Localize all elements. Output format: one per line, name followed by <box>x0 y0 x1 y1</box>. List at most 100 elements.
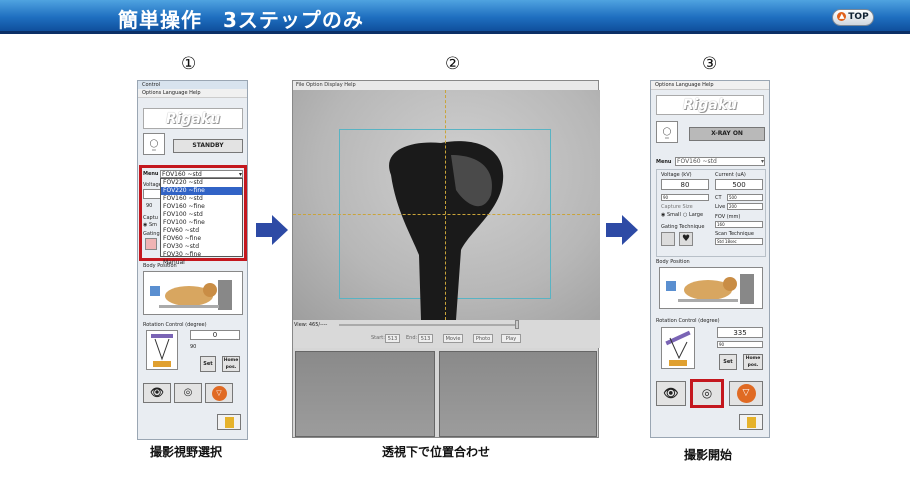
view-label: View: 465/---- <box>294 322 328 328</box>
menu-dropdown-option[interactable]: FOV220 ~fine <box>161 187 242 195</box>
menu-dropdown-option[interactable]: FOV100 ~fine <box>161 219 242 227</box>
rigaku-logo: Rigaku <box>143 108 243 129</box>
menu-dropdown-list: FOV220 ~std FOV220 ~fine FOV160 ~std FOV160… <box>160 178 243 266</box>
menu-dropdown-option[interactable]: FOV30 ~fine <box>161 251 242 259</box>
stop-icon: ▽ <box>211 386 227 401</box>
view-slider[interactable] <box>339 324 519 326</box>
menu-dropdown-option[interactable]: FOV60 ~fine <box>161 235 242 243</box>
eye-icon[interactable]: 👁 <box>656 381 686 406</box>
caption-step2: 透視下で位置合わせ <box>382 445 491 459</box>
rotation-value-field[interactable]: 0 <box>190 330 240 340</box>
heart-icon[interactable]: ♥ <box>679 232 693 246</box>
viewer-menu-bar[interactable]: File Option Display Help <box>293 81 598 90</box>
exit-button[interactable] <box>739 414 763 430</box>
menu-dropdown-option[interactable]: FOV220 ~std <box>161 179 242 187</box>
rotation-label: Rotation Control (degree) <box>143 322 207 328</box>
scan-start-highlight <box>690 379 724 408</box>
body-position-image[interactable] <box>659 267 763 309</box>
fov-label: FOV (mm) <box>715 214 741 220</box>
rotation-select[interactable]: 90 <box>717 341 763 348</box>
current-field[interactable]: 500 <box>715 179 763 190</box>
arrow-right-icon <box>606 215 640 245</box>
rotation-gantry-image <box>146 330 178 370</box>
status-button[interactable]: STANDBY <box>173 139 243 153</box>
ct-label: CT <box>715 195 722 201</box>
scan-select[interactable]: Std 18sec <box>715 238 763 245</box>
end-field[interactable]: 513 <box>418 334 433 343</box>
start-field[interactable]: 513 <box>385 334 400 343</box>
chevron-down-icon: ▾ <box>238 171 242 178</box>
gantry-icon <box>665 330 691 366</box>
menu-dropdown-option[interactable]: FOV30 ~std <box>161 243 242 251</box>
stop-icon: ▽ <box>736 384 756 403</box>
movie-button[interactable]: Movie <box>443 334 463 343</box>
start-label: Start: <box>371 335 385 341</box>
eye-icon[interactable]: 👁 <box>143 383 171 403</box>
menu-bar[interactable]: Options Language Help <box>651 81 769 90</box>
gantry-icon <box>151 334 173 367</box>
scan-label: Scan Technique <box>715 231 754 237</box>
live-label: Live <box>715 204 726 210</box>
home-position-button[interactable]: Home pos. <box>222 356 240 372</box>
large-radio[interactable]: ○ Large <box>683 212 703 218</box>
menu-dropdown-option[interactable]: FOV100 ~std <box>161 211 242 219</box>
xray-source-icon: ⍜ <box>143 133 165 155</box>
viewer-control-bar: View: 465/---- Start: 513 End: 513 Movie… <box>293 320 600 348</box>
body-position-label: Body Position <box>143 263 177 269</box>
rotation-value-field[interactable]: 335 <box>717 327 763 338</box>
menu-select[interactable]: FOV160 ~std ▾ <box>675 157 765 166</box>
lungs-icon[interactable] <box>661 232 675 246</box>
stop-button[interactable]: ▽ <box>205 383 233 403</box>
menu-dropdown-option[interactable]: FOV160 ~std <box>161 195 242 203</box>
animal-on-bed-icon <box>150 280 232 310</box>
page-title: 簡単操作 3ステップのみ <box>118 8 364 32</box>
window-title: Control <box>138 81 247 89</box>
chevron-down-icon: ▾ <box>760 158 764 165</box>
caption-step1: 撮影視野選択 <box>150 445 223 459</box>
home-position-button[interactable]: Home pos. <box>743 354 763 370</box>
animal-on-bed-icon <box>666 274 754 304</box>
set-button[interactable]: Set <box>719 354 737 370</box>
crosshair-vertical <box>445 90 446 320</box>
arrow-up-icon: ▲ <box>837 12 847 21</box>
menu-dropdown-option[interactable]: FOV160 ~fine <box>161 203 242 211</box>
xray-image[interactable] <box>293 90 600 320</box>
menu-dropdown-option[interactable]: FOV60 ~std <box>161 227 242 235</box>
play-button[interactable]: Play <box>501 334 521 343</box>
menu-select[interactable]: FOV160 ~std ▾ <box>160 170 243 178</box>
voltage-select[interactable]: 90 <box>661 194 709 201</box>
small-radio[interactable]: ◉ Small <box>661 212 681 218</box>
xray-on-button[interactable]: X-RAY ON <box>689 127 765 141</box>
step-number-2: ② <box>445 54 461 74</box>
xray-source-icon: ⍜ <box>656 121 678 143</box>
control-window-step1: Control Options Language Help Rigaku ⍜ S… <box>137 80 248 440</box>
body-position-image[interactable] <box>143 271 243 315</box>
menu-select-value: FOV160 ~std <box>677 158 717 165</box>
menu-select-value: FOV160 ~std <box>162 171 202 178</box>
exit-button[interactable] <box>217 414 241 430</box>
crosshair-horizontal <box>293 214 600 215</box>
menu-bar[interactable]: Options Language Help <box>138 89 247 98</box>
body-position-label: Body Position <box>656 259 690 265</box>
photo-button[interactable]: Photo <box>473 334 493 343</box>
voltage-field[interactable]: 80 <box>661 179 709 190</box>
top-button[interactable]: ▲ TOP <box>832 9 874 26</box>
fov-select[interactable]: 160 <box>715 221 763 228</box>
live-select[interactable]: 200 <box>727 203 763 210</box>
image-pane-left[interactable] <box>295 351 435 437</box>
scan-icon[interactable]: ◎ <box>174 383 202 403</box>
small-label: Small <box>666 212 681 218</box>
door-icon <box>746 417 756 428</box>
ct-select[interactable]: 500 <box>727 194 763 201</box>
large-label: Large <box>688 212 704 218</box>
caption-step3: 撮影開始 <box>684 448 733 462</box>
slider-thumb[interactable] <box>515 320 519 329</box>
stop-button[interactable]: ▽ <box>729 381 763 406</box>
rotation-select[interactable]: 90 <box>190 344 196 350</box>
current-label: Current (uA) <box>715 172 746 178</box>
arrow-right-icon <box>256 215 290 245</box>
set-button[interactable]: Set <box>200 356 216 372</box>
image-pane-right[interactable] <box>439 351 597 437</box>
bone-silhouette <box>389 141 504 320</box>
rotation-label: Rotation Control (degree) <box>656 318 720 324</box>
